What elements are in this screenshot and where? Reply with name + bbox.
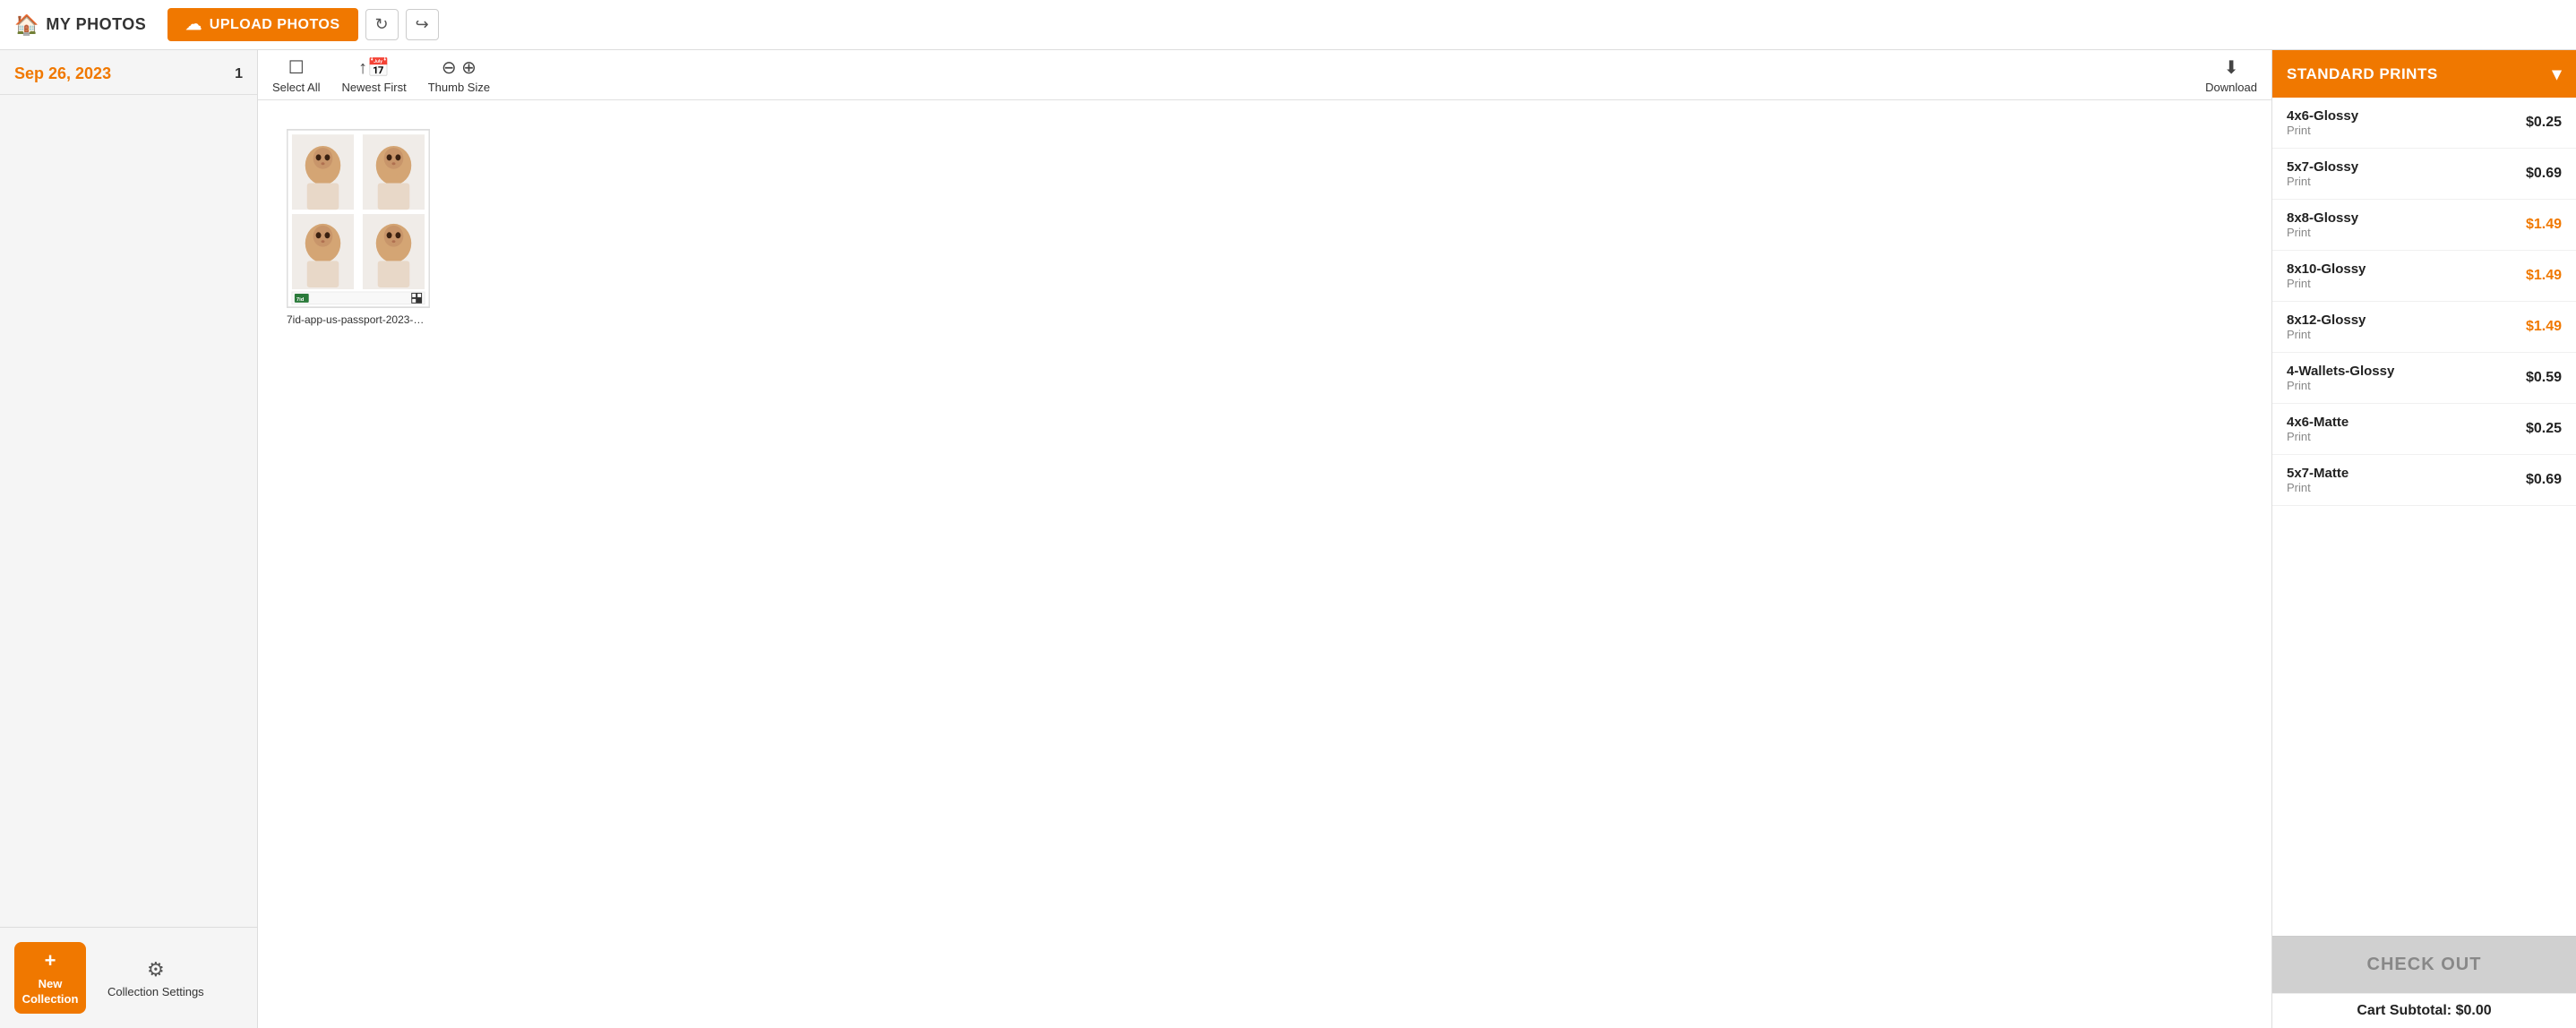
print-item[interactable]: 5x7-Matte Print $0.69 [2272,455,2576,506]
plus-icon: + [45,948,56,974]
print-item[interactable]: 4x6-Glossy Print $0.25 [2272,98,2576,149]
cloud-upload-icon: ☁ [185,15,202,34]
sidebar-date-row: Sep 26, 2023 1 [0,50,257,95]
upload-label: UPLOAD PHOTOS [210,17,340,33]
photo-grid: 7id 7id-app-us-passport-2023-09... [258,100,2271,1028]
checkbox-icon: ☐ [288,56,305,79]
print-type: Print [2287,430,2348,443]
print-price: $0.69 [2526,166,2562,182]
upload-photos-button[interactable]: ☁ UPLOAD PHOTOS [167,8,357,41]
sidebar-spacer [0,95,257,927]
sidebar-count: 1 [235,66,243,82]
sidebar-bottom: + New Collection ⚙ Collection Settings [0,927,257,1028]
chevron-down-icon: ▾ [2552,63,2562,85]
main-layout: Sep 26, 2023 1 + New Collection ⚙ Collec… [0,50,2576,1028]
print-item[interactable]: 4x6-Matte Print $0.25 [2272,404,2576,455]
collection-settings-button[interactable]: ⚙ Collection Settings [107,958,204,998]
print-price: $0.25 [2526,421,2562,437]
print-price: $0.69 [2526,472,2562,488]
print-price: $1.49 [2526,268,2562,284]
print-type: Print [2287,175,2358,188]
content-area: ☐ Select All ↑📅 Newest First ⊖ ⊕ Thumb S… [258,50,2271,1028]
download-button[interactable]: ⬇ Download [2205,56,2257,94]
print-type: Print [2287,481,2348,494]
my-photos-label: MY PHOTOS [46,15,146,34]
toolbar: ☐ Select All ↑📅 Newest First ⊖ ⊕ Thumb S… [258,50,2271,100]
print-price: $1.49 [2526,319,2562,335]
new-collection-button[interactable]: + New Collection [14,942,86,1014]
print-name: 4-Wallets-Glossy [2287,364,2394,379]
newest-first-button[interactable]: ↑📅 Newest First [341,56,406,94]
svg-text:7id: 7id [296,297,305,303]
print-type: Print [2287,124,2358,137]
select-all-button[interactable]: ☐ Select All [272,56,320,94]
print-name: 4x6-Matte [2287,415,2348,430]
left-sidebar: Sep 26, 2023 1 + New Collection ⚙ Collec… [0,50,258,1028]
share-icon: ↪ [416,15,429,33]
new-collection-label: New Collection [14,977,86,1007]
standard-prints-button[interactable]: STANDARD PRINTS ▾ [2272,50,2576,98]
top-bar: 🏠 MY PHOTOS ☁ UPLOAD PHOTOS ↻ ↪ [0,0,2576,50]
print-name: 5x7-Matte [2287,466,2348,481]
cart-subtotal: Cart Subtotal: $0.00 [2272,993,2576,1028]
print-item[interactable]: 4-Wallets-Glossy Print $0.59 [2272,353,2576,404]
refresh-button[interactable]: ↻ [365,9,399,40]
select-all-label: Select All [272,81,320,94]
print-type: Print [2287,328,2366,341]
right-panel: STANDARD PRINTS ▾ 4x6-Glossy Print $0.25… [2271,50,2576,1028]
print-name: 8x12-Glossy [2287,313,2366,328]
print-name: 4x6-Glossy [2287,108,2358,124]
print-type: Print [2287,379,2394,392]
newest-first-label: Newest First [341,81,406,94]
sidebar-date: Sep 26, 2023 [14,64,111,83]
print-name: 8x10-Glossy [2287,261,2366,277]
print-name: 5x7-Glossy [2287,159,2358,175]
refresh-icon: ↻ [375,15,389,33]
print-item[interactable]: 8x8-Glossy Print $1.49 [2272,200,2576,251]
thumb-size-button[interactable]: ⊖ ⊕ Thumb Size [428,56,490,94]
print-item[interactable]: 8x12-Glossy Print $1.49 [2272,302,2576,353]
thumb-size-icon: ⊖ ⊕ [442,56,477,79]
share-button[interactable]: ↪ [406,9,439,40]
print-type: Print [2287,277,2366,290]
print-item[interactable]: 8x10-Glossy Print $1.49 [2272,251,2576,302]
print-price: $0.25 [2526,115,2562,131]
print-item[interactable]: 5x7-Glossy Print $0.69 [2272,149,2576,200]
photo-item[interactable]: 7id 7id-app-us-passport-2023-09... [287,129,430,326]
print-type: Print [2287,226,2358,239]
photo-label: 7id-app-us-passport-2023-09... [287,313,430,326]
sort-icon: ↑📅 [358,56,390,79]
print-name: 8x8-Glossy [2287,210,2358,226]
download-icon: ⬇ [2224,56,2239,79]
photo-thumbnail: 7id [287,129,430,308]
gear-icon: ⚙ [147,958,165,981]
print-price: $0.59 [2526,370,2562,386]
print-price: $1.49 [2526,217,2562,233]
standard-prints-label: STANDARD PRINTS [2287,65,2438,83]
checkout-button[interactable]: CHECK OUT [2272,936,2576,993]
download-label: Download [2205,81,2257,94]
collection-settings-label: Collection Settings [107,985,204,998]
home-icon: 🏠 [14,13,39,37]
thumb-size-label: Thumb Size [428,81,490,94]
prints-list: 4x6-Glossy Print $0.25 5x7-Glossy Print … [2272,98,2576,936]
